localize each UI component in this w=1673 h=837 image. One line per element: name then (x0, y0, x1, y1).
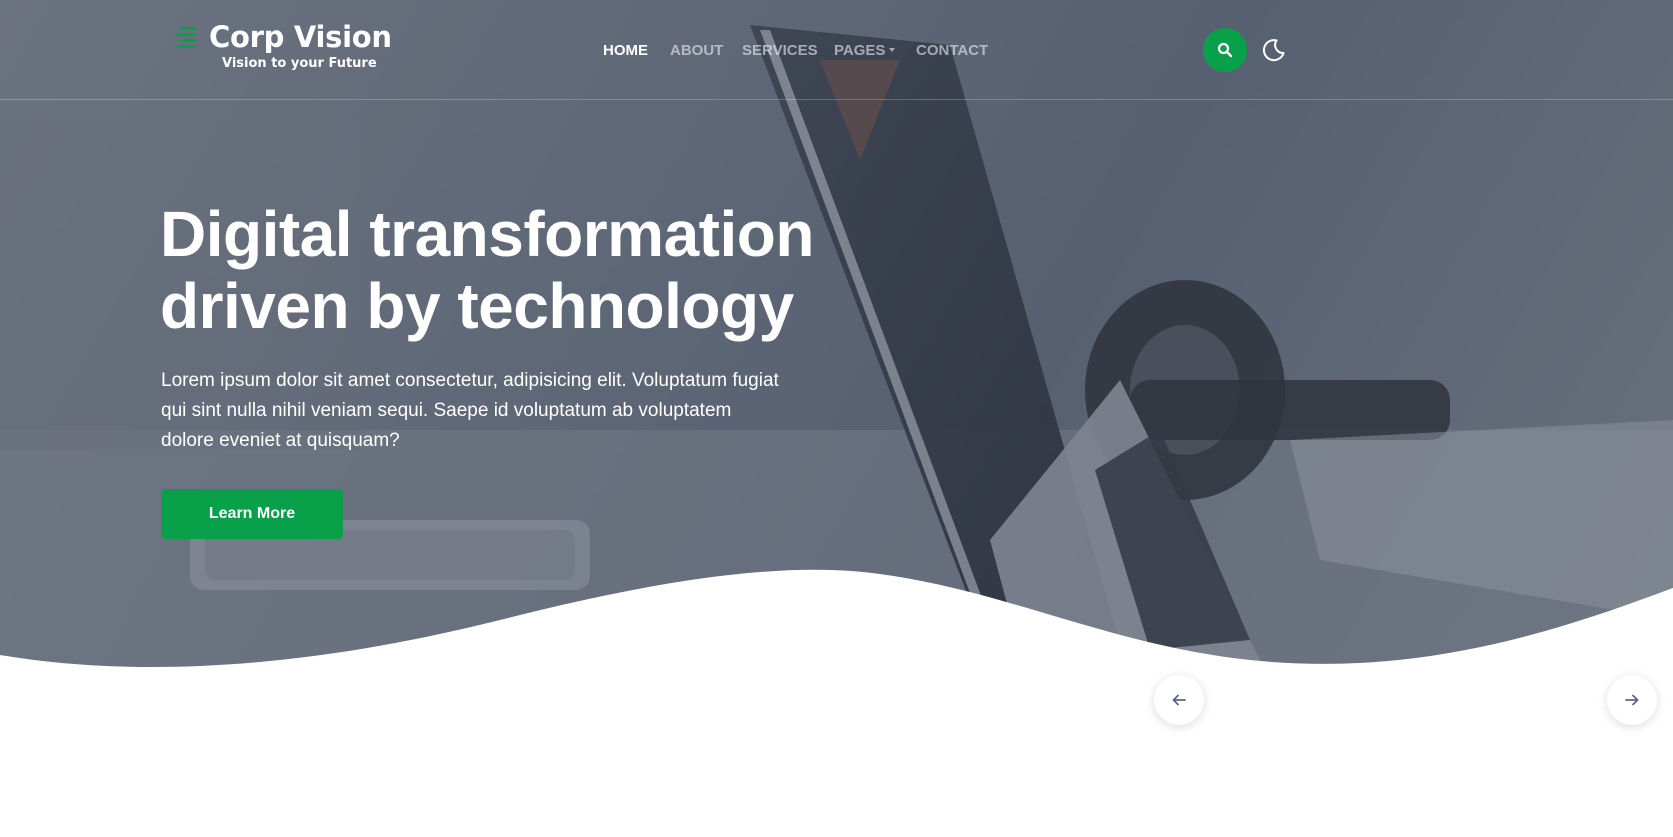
main-nav: HOME ABOUT SERVICES PAGES CONTACT (603, 40, 996, 60)
slider-next-button[interactable] (1607, 675, 1657, 725)
slider-prev-button[interactable] (1154, 675, 1204, 725)
caret-down-icon (889, 48, 896, 52)
arrow-right-icon (1625, 694, 1639, 706)
search-button[interactable] (1203, 28, 1247, 72)
moon-icon[interactable] (1262, 38, 1286, 62)
hero-title-line1: Digital transformation (160, 198, 814, 270)
hero-title-line2: driven by technology (160, 270, 794, 342)
nav-item-pages[interactable]: PAGES (834, 40, 916, 60)
brand-logo[interactable]: Corp Vision Vision to your Future (174, 20, 392, 76)
search-icon (1217, 42, 1233, 58)
nav-item-pages-label: PAGES (834, 41, 886, 59)
brand-tagline: Vision to your Future (222, 56, 377, 71)
wave-divider (0, 569, 1673, 837)
menu-lines-icon (176, 27, 196, 48)
hero-title: Digital transformation driven by technol… (160, 198, 920, 342)
nav-item-contact[interactable]: CONTACT (916, 40, 996, 60)
arrow-left-icon (1172, 694, 1186, 706)
top-navbar: Corp Vision Vision to your Future HOME A… (0, 0, 1673, 100)
learn-more-button[interactable]: Learn More (161, 489, 343, 539)
nav-item-home[interactable]: HOME (603, 40, 670, 60)
nav-item-about[interactable]: ABOUT (670, 40, 742, 60)
nav-item-services[interactable]: SERVICES (742, 40, 834, 60)
brand-name: Corp Vision (209, 20, 392, 54)
hero-description: Lorem ipsum dolor sit amet consectetur, … (161, 370, 779, 451)
